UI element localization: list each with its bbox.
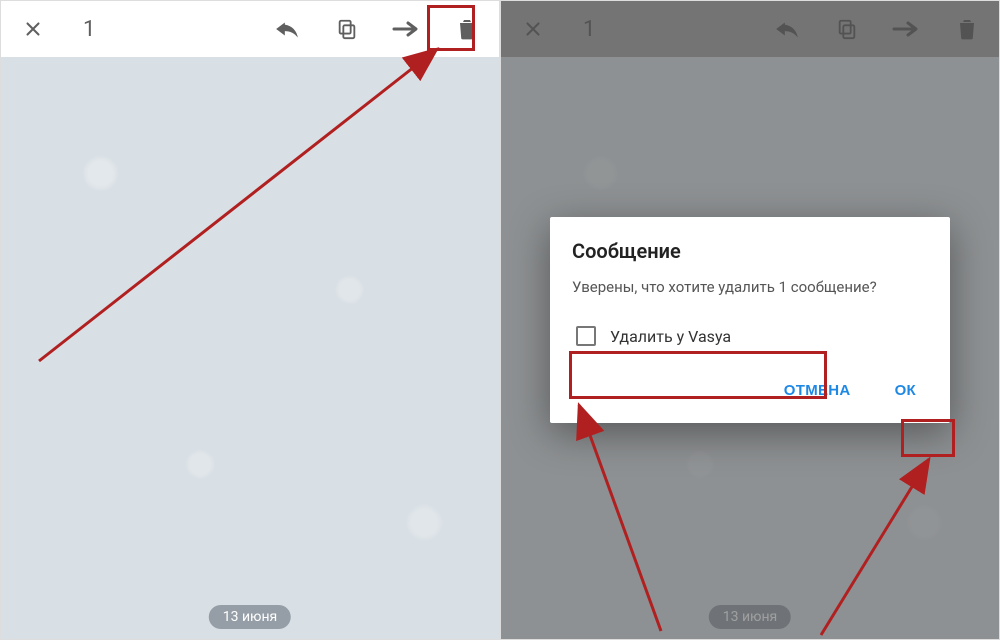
delete-for-other-row[interactable]: Удалить у Vasya xyxy=(572,316,928,356)
ok-button[interactable]: ОК xyxy=(887,376,924,405)
reply-icon xyxy=(274,18,300,40)
forward-icon xyxy=(392,19,422,39)
delete-dialog: Сообщение Уверены, что хотите удалить 1 … xyxy=(550,217,950,423)
screenshot-left: 1 13 июня xyxy=(0,0,500,640)
cancel-button[interactable]: ОТМЕНА xyxy=(776,376,859,405)
checkbox-label: Удалить у Vasya xyxy=(610,327,731,346)
chat-background: 13 июня xyxy=(1,57,499,639)
copy-icon xyxy=(336,18,358,40)
forward-button[interactable] xyxy=(389,11,425,47)
dialog-actions: ОТМЕНА ОК xyxy=(572,370,928,413)
checkbox-icon[interactable] xyxy=(576,326,596,346)
selection-count: 1 xyxy=(75,17,95,42)
screenshot-right: 1 13 июня Сообщение Уверены, что хотите … xyxy=(500,0,1000,640)
reply-button[interactable] xyxy=(269,11,305,47)
modal-overlay-toolbar xyxy=(501,1,999,57)
copy-button[interactable] xyxy=(329,11,365,47)
close-button[interactable] xyxy=(15,11,51,47)
selection-toolbar: 1 xyxy=(1,1,499,57)
date-pill: 13 июня xyxy=(209,605,291,629)
close-icon xyxy=(22,18,44,40)
trash-icon xyxy=(457,18,477,40)
dialog-body: Уверены, что хотите удалить 1 сообщение? xyxy=(572,277,928,298)
delete-button[interactable] xyxy=(449,11,485,47)
dialog-title: Сообщение xyxy=(572,239,928,263)
